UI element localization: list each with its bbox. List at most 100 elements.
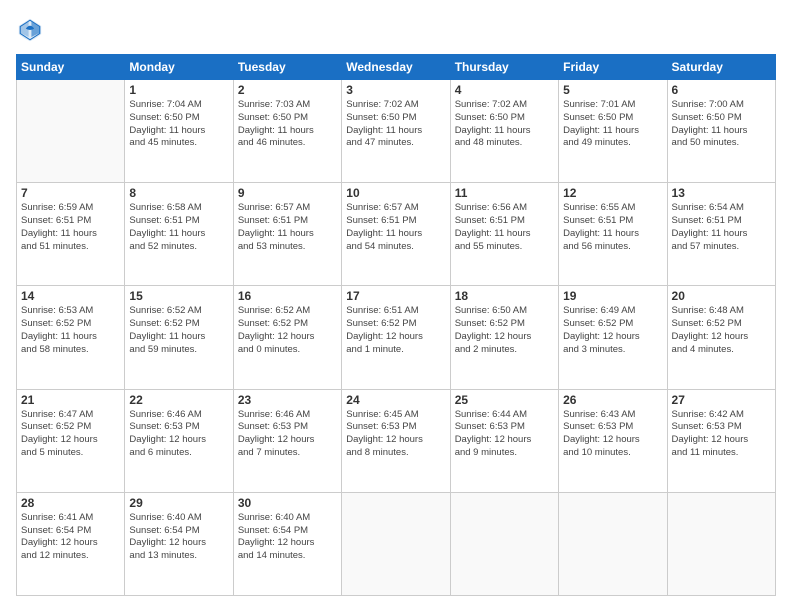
day-info: Sunrise: 6:58 AMSunset: 6:51 PMDaylight:… bbox=[129, 202, 228, 253]
calendar-cell: 5 Sunrise: 7:01 AMSunset: 6:50 PMDaylight… bbox=[559, 80, 667, 183]
day-info: Sunrise: 6:59 AMSunset: 6:51 PMDaylight:… bbox=[21, 202, 120, 253]
calendar-cell: 24 Sunrise: 6:45 AMSunset: 6:53 PMDayligh… bbox=[342, 389, 450, 492]
day-number: 16 bbox=[238, 289, 337, 303]
calendar-cell: 10 Sunrise: 6:57 AMSunset: 6:51 PMDayligh… bbox=[342, 183, 450, 286]
calendar-cell: 9 Sunrise: 6:57 AMSunset: 6:51 PMDaylight… bbox=[233, 183, 341, 286]
calendar-cell: 25 Sunrise: 6:44 AMSunset: 6:53 PMDayligh… bbox=[450, 389, 558, 492]
calendar-cell: 30Sunrise: 6:40 AMSunset: 6:54 PMDayligh… bbox=[233, 492, 341, 595]
day-info: Sunrise: 6:49 AMSunset: 6:52 PMDaylight:… bbox=[563, 305, 662, 356]
day-number: 5 bbox=[563, 83, 662, 97]
day-number: 18 bbox=[455, 289, 554, 303]
day-number: 30 bbox=[238, 496, 337, 510]
day-info: Sunrise: 6:45 AMSunset: 6:53 PMDaylight:… bbox=[346, 409, 445, 460]
calendar-table: SundayMondayTuesdayWednesdayThursdayFrid… bbox=[16, 54, 776, 596]
calendar-cell: 7 Sunrise: 6:59 AMSunset: 6:51 PMDaylight… bbox=[17, 183, 125, 286]
day-info: Sunrise: 7:04 AMSunset: 6:50 PMDaylight:… bbox=[129, 99, 228, 150]
calendar-week-row: 28 Sunrise: 6:41 AMSunset: 6:54 PMDayligh… bbox=[17, 492, 776, 595]
day-info: Sunrise: 6:50 AMSunset: 6:52 PMDaylight:… bbox=[455, 305, 554, 356]
day-number: 24 bbox=[346, 393, 445, 407]
day-number: 1 bbox=[129, 83, 228, 97]
calendar-cell: 12 Sunrise: 6:55 AMSunset: 6:51 PMDayligh… bbox=[559, 183, 667, 286]
calendar-week-row: 7 Sunrise: 6:59 AMSunset: 6:51 PMDaylight… bbox=[17, 183, 776, 286]
calendar-cell: 11Sunrise: 6:56 AMSunset: 6:51 PMDayligh… bbox=[450, 183, 558, 286]
day-number: 11 bbox=[455, 186, 554, 200]
day-info: Sunrise: 6:43 AMSunset: 6:53 PMDaylight:… bbox=[563, 409, 662, 460]
day-number: 29 bbox=[129, 496, 228, 510]
day-info: Sunrise: 7:01 AMSunset: 6:50 PMDaylight:… bbox=[563, 99, 662, 150]
page: SundayMondayTuesdayWednesdayThursdayFrid… bbox=[0, 0, 792, 612]
day-number: 26 bbox=[563, 393, 662, 407]
calendar-cell: 3 Sunrise: 7:02 AMSunset: 6:50 PMDaylight… bbox=[342, 80, 450, 183]
day-number: 21 bbox=[21, 393, 120, 407]
calendar-cell: 26 Sunrise: 6:43 AMSunset: 6:53 PMDayligh… bbox=[559, 389, 667, 492]
day-info: Sunrise: 6:47 AMSunset: 6:52 PMDaylight:… bbox=[21, 409, 120, 460]
calendar-cell: 4 Sunrise: 7:02 AMSunset: 6:50 PMDaylight… bbox=[450, 80, 558, 183]
day-number: 13 bbox=[672, 186, 771, 200]
day-info: Sunrise: 7:00 AMSunset: 6:50 PMDaylight:… bbox=[672, 99, 771, 150]
day-number: 8 bbox=[129, 186, 228, 200]
calendar-cell: 17 Sunrise: 6:51 AMSunset: 6:52 PMDayligh… bbox=[342, 286, 450, 389]
header bbox=[16, 16, 776, 44]
day-info: Sunrise: 6:46 AMSunset: 6:53 PMDaylight:… bbox=[238, 409, 337, 460]
calendar-cell: 29 Sunrise: 6:40 AMSunset: 6:54 PMDayligh… bbox=[125, 492, 233, 595]
calendar-cell: 19Sunrise: 6:49 AMSunset: 6:52 PMDayligh… bbox=[559, 286, 667, 389]
day-number: 14 bbox=[21, 289, 120, 303]
day-number: 10 bbox=[346, 186, 445, 200]
calendar-day-header: Thursday bbox=[450, 55, 558, 80]
calendar-cell: 23Sunrise: 6:46 AMSunset: 6:53 PMDayligh… bbox=[233, 389, 341, 492]
calendar-cell bbox=[559, 492, 667, 595]
day-number: 9 bbox=[238, 186, 337, 200]
calendar-cell: 1 Sunrise: 7:04 AMSunset: 6:50 PMDaylight… bbox=[125, 80, 233, 183]
day-info: Sunrise: 6:55 AMSunset: 6:51 PMDaylight:… bbox=[563, 202, 662, 253]
calendar-day-header: Wednesday bbox=[342, 55, 450, 80]
day-info: Sunrise: 6:53 AMSunset: 6:52 PMDaylight:… bbox=[21, 305, 120, 356]
calendar-cell bbox=[450, 492, 558, 595]
day-info: Sunrise: 6:46 AMSunset: 6:53 PMDaylight:… bbox=[129, 409, 228, 460]
day-info: Sunrise: 6:51 AMSunset: 6:52 PMDaylight:… bbox=[346, 305, 445, 356]
day-number: 22 bbox=[129, 393, 228, 407]
day-info: Sunrise: 6:52 AMSunset: 6:52 PMDaylight:… bbox=[129, 305, 228, 356]
calendar-header-row: SundayMondayTuesdayWednesdayThursdayFrid… bbox=[17, 55, 776, 80]
day-info: Sunrise: 6:44 AMSunset: 6:53 PMDaylight:… bbox=[455, 409, 554, 460]
day-number: 12 bbox=[563, 186, 662, 200]
day-info: Sunrise: 6:42 AMSunset: 6:53 PMDaylight:… bbox=[672, 409, 771, 460]
day-number: 20 bbox=[672, 289, 771, 303]
day-number: 28 bbox=[21, 496, 120, 510]
day-info: Sunrise: 6:54 AMSunset: 6:51 PMDaylight:… bbox=[672, 202, 771, 253]
calendar-cell: 6 Sunrise: 7:00 AMSunset: 6:50 PMDaylight… bbox=[667, 80, 775, 183]
day-info: Sunrise: 7:02 AMSunset: 6:50 PMDaylight:… bbox=[346, 99, 445, 150]
day-info: Sunrise: 6:41 AMSunset: 6:54 PMDaylight:… bbox=[21, 512, 120, 563]
day-info: Sunrise: 6:48 AMSunset: 6:52 PMDaylight:… bbox=[672, 305, 771, 356]
day-info: Sunrise: 6:57 AMSunset: 6:51 PMDaylight:… bbox=[238, 202, 337, 253]
day-number: 25 bbox=[455, 393, 554, 407]
logo-icon bbox=[16, 16, 44, 44]
calendar-week-row: 1 Sunrise: 7:04 AMSunset: 6:50 PMDaylight… bbox=[17, 80, 776, 183]
calendar-cell bbox=[17, 80, 125, 183]
calendar-day-header: Monday bbox=[125, 55, 233, 80]
calendar-cell: 20 Sunrise: 6:48 AMSunset: 6:52 PMDayligh… bbox=[667, 286, 775, 389]
calendar-cell: 22 Sunrise: 6:46 AMSunset: 6:53 PMDayligh… bbox=[125, 389, 233, 492]
day-info: Sunrise: 6:40 AMSunset: 6:54 PMDaylight:… bbox=[129, 512, 228, 563]
logo bbox=[16, 16, 48, 44]
calendar-cell: 16 Sunrise: 6:52 AMSunset: 6:52 PMDayligh… bbox=[233, 286, 341, 389]
day-number: 4 bbox=[455, 83, 554, 97]
calendar-cell: 2Sunrise: 7:03 AMSunset: 6:50 PMDaylight… bbox=[233, 80, 341, 183]
calendar-cell: 21 Sunrise: 6:47 AMSunset: 6:52 PMDayligh… bbox=[17, 389, 125, 492]
day-number: 7 bbox=[21, 186, 120, 200]
day-number: 27 bbox=[672, 393, 771, 407]
day-info: Sunrise: 6:57 AMSunset: 6:51 PMDaylight:… bbox=[346, 202, 445, 253]
calendar-cell: 27 Sunrise: 6:42 AMSunset: 6:53 PMDayligh… bbox=[667, 389, 775, 492]
day-number: 17 bbox=[346, 289, 445, 303]
calendar-cell: 8 Sunrise: 6:58 AMSunset: 6:51 PMDaylight… bbox=[125, 183, 233, 286]
calendar-week-row: 21 Sunrise: 6:47 AMSunset: 6:52 PMDayligh… bbox=[17, 389, 776, 492]
calendar-day-header: Tuesday bbox=[233, 55, 341, 80]
calendar-cell: 13 Sunrise: 6:54 AMSunset: 6:51 PMDayligh… bbox=[667, 183, 775, 286]
calendar-day-header: Sunday bbox=[17, 55, 125, 80]
day-number: 2 bbox=[238, 83, 337, 97]
calendar-cell: 15Sunrise: 6:52 AMSunset: 6:52 PMDayligh… bbox=[125, 286, 233, 389]
day-number: 6 bbox=[672, 83, 771, 97]
day-info: Sunrise: 6:52 AMSunset: 6:52 PMDaylight:… bbox=[238, 305, 337, 356]
day-info: Sunrise: 7:02 AMSunset: 6:50 PMDaylight:… bbox=[455, 99, 554, 150]
calendar-cell: 28 Sunrise: 6:41 AMSunset: 6:54 PMDayligh… bbox=[17, 492, 125, 595]
day-number: 3 bbox=[346, 83, 445, 97]
